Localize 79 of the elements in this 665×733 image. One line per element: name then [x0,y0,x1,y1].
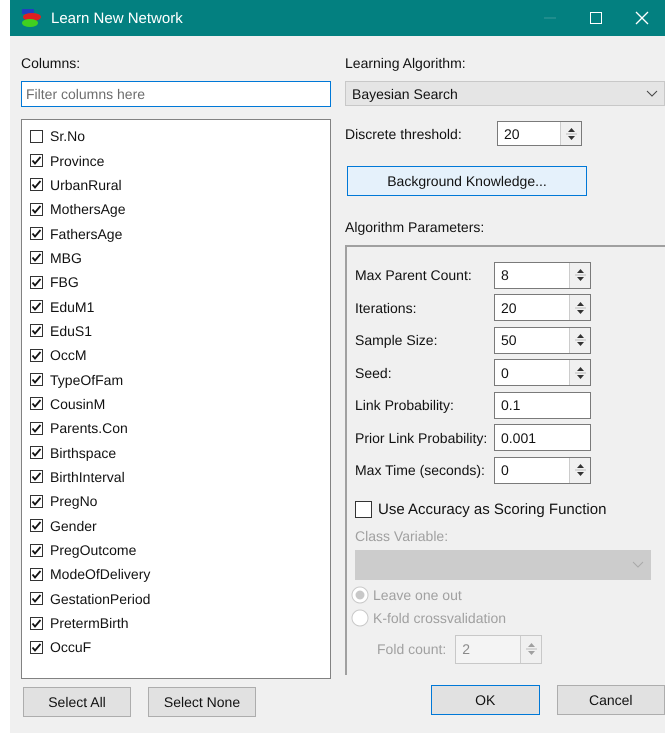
column-label: MBG [50,250,82,266]
column-label: Gender [50,518,97,534]
checkbox[interactable] [30,494,43,508]
column-label: Province [50,152,104,169]
column-label: PregNo [50,493,98,510]
checkbox[interactable] [30,592,43,606]
parameter-spinbox[interactable]: 0 [494,359,591,386]
column-label: FBG [50,274,79,290]
ok-button[interactable]: OK [431,685,540,715]
column-label: CousinM [50,396,106,412]
radio-label: Leave one out [373,586,462,602]
parameter-label: Sample Size: [355,332,438,348]
algorithm-dropdown[interactable]: Bayesian Search [345,81,665,106]
select-button[interactable]: Select None [148,687,256,717]
parameter-label: Max Time (seconds): [355,462,486,478]
checkbox-label: Use Accuracy as Scoring Function [378,500,606,518]
parameter-field[interactable]: 0.001 [494,424,591,452]
parameter-label: Max Parent Count: [355,267,473,284]
column-label: MothersAge [50,201,126,218]
column-label: OccM [50,347,87,364]
column-label: PregOutcome [50,542,136,558]
column-label: EduS1 [50,322,92,339]
parameter-spinbox[interactable]: 8 [494,262,591,289]
background-knowledge-button[interactable]: Background Knowledge... [347,166,587,196]
column-label: BirthInterval [50,468,125,485]
checkbox[interactable] [30,422,43,435]
threshold-spinbox[interactable]: 20 [497,121,582,146]
checkbox[interactable] [30,276,43,289]
columns-label: Columns: [21,55,82,73]
checkbox[interactable] [30,519,43,532]
checkbox[interactable] [30,446,43,460]
app-logo-icon [20,9,42,27]
parameter-spinbox[interactable]: 50 [494,326,591,354]
column-label: FathersAge [50,226,122,242]
parameter-spinbox[interactable]: 20 [494,294,591,322]
checkbox[interactable] [30,251,43,264]
checkbox[interactable] [30,154,43,168]
cancel-button[interactable]: Cancel [556,685,665,715]
parameter-label: Seed: [355,364,393,381]
radio-label: K-fold crossvalidation [373,610,506,626]
select-button[interactable]: Select All [23,687,131,717]
algorithm-label: Learning Algorithm: [345,55,467,73]
checkbox[interactable] [30,324,43,338]
parameter-label: Iterations: [355,300,418,316]
column-label: EduM1 [50,298,94,315]
parameter-label: Prior Link Probability: [355,430,488,446]
checkbox[interactable] [30,640,43,654]
checkbox[interactable] [30,373,43,386]
class-variable-label: Class Variable: [355,528,450,544]
checkbox[interactable] [30,300,43,314]
threshold-label: Discrete threshold: [345,126,463,142]
parameter-label: Link Probability: [355,397,455,414]
chevron-down-icon[interactable] [646,90,658,98]
checkbox[interactable] [355,500,372,518]
checkbox[interactable] [30,130,43,143]
column-label: Sr.No [50,128,86,144]
parameters-label: Algorithm Parameters: [345,219,486,237]
checkbox[interactable] [30,544,43,557]
column-label: Birthspace [50,444,116,461]
checkbox[interactable] [30,348,43,362]
parameter-spinbox[interactable]: 0 [494,456,591,484]
column-label: ModeOfDelivery [50,566,150,582]
checkbox[interactable] [30,202,43,216]
column-label: GestationPeriod [50,590,150,607]
fold-count-label: Fold count: [377,641,446,657]
checkbox[interactable] [30,397,43,410]
column-label: Parents.Con [50,420,128,436]
parameter-field[interactable]: 0.1 [494,392,591,419]
column-label: TypeOfFam [50,372,124,388]
checkbox[interactable] [30,178,43,192]
checkbox[interactable] [30,470,43,484]
checkbox[interactable] [30,227,43,240]
column-label: UrbanRural [50,176,122,193]
window-title: Learn New Network [51,10,184,26]
column-label: PretermBirth [50,615,129,632]
checkbox[interactable] [30,568,43,581]
filter-field[interactable]: Filter columns here [21,81,331,107]
checkbox[interactable] [30,616,43,630]
column-label: OccuF [50,639,92,656]
